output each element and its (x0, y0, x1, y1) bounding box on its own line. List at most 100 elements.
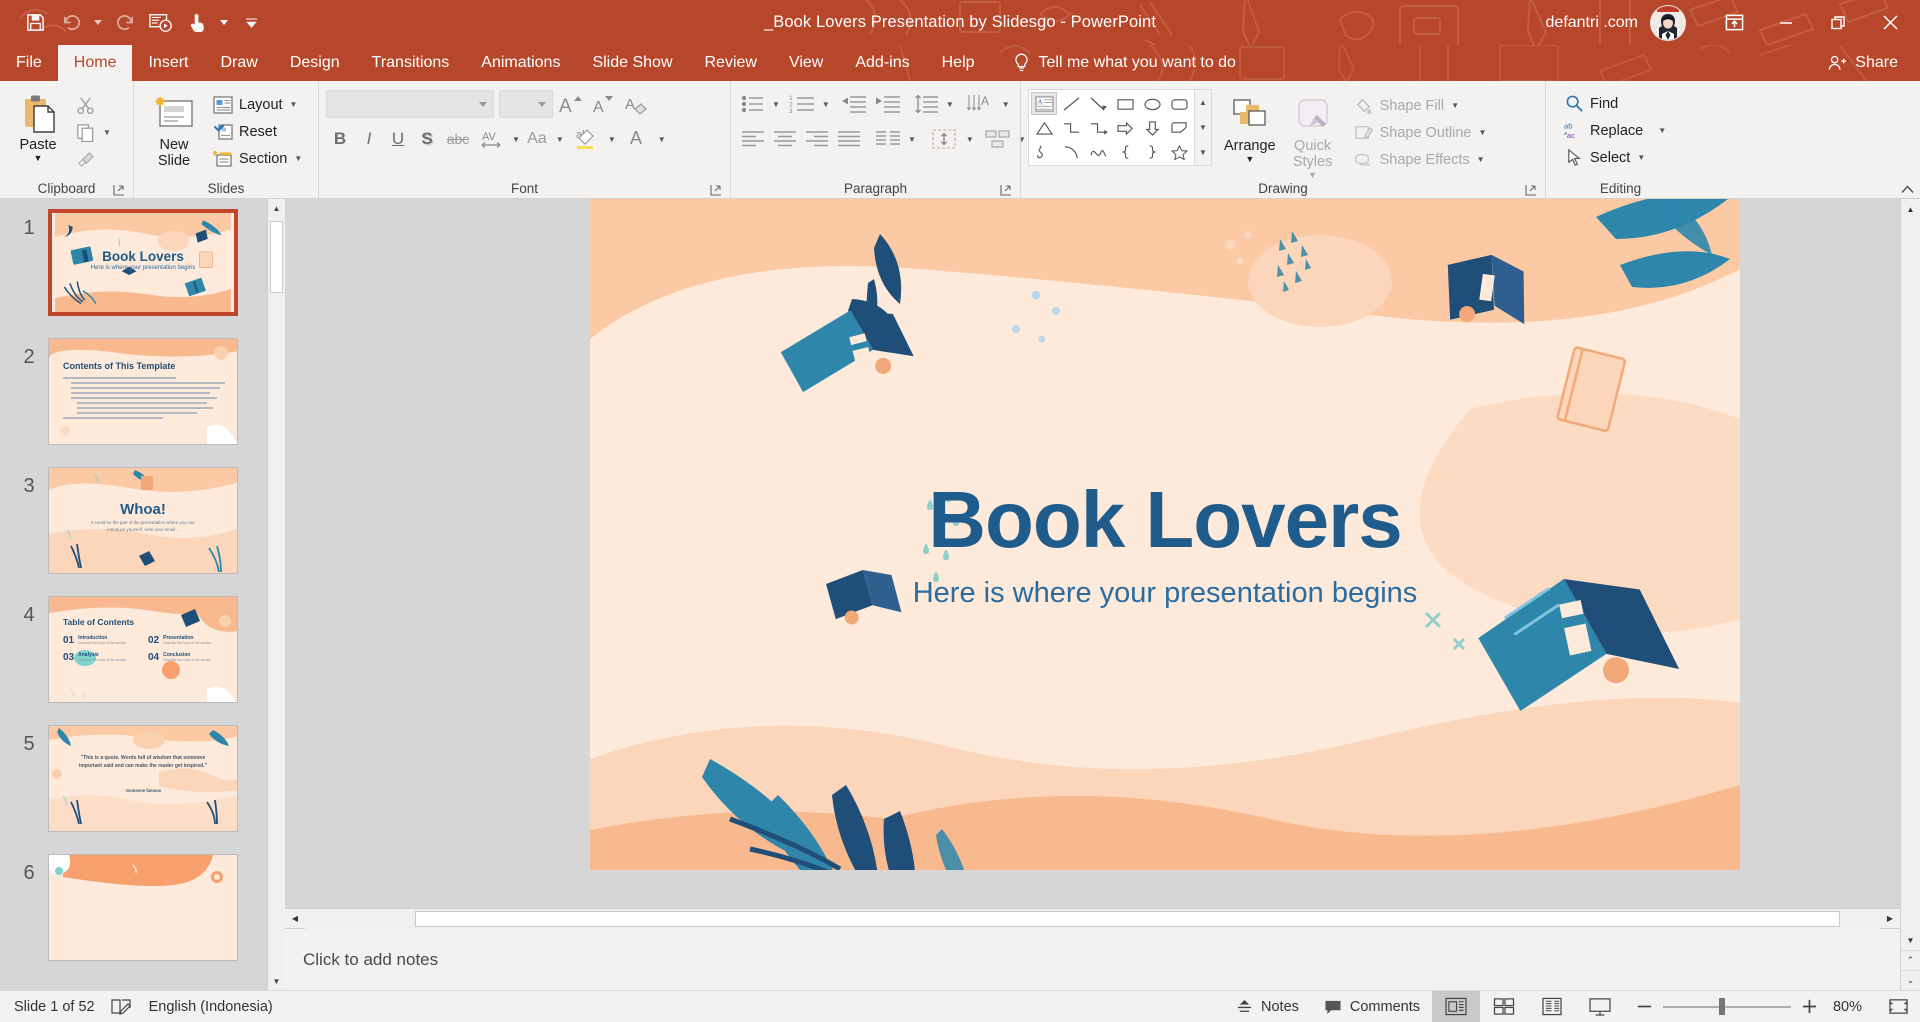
tab-view[interactable]: View (773, 45, 839, 81)
restore-button[interactable] (1812, 0, 1864, 45)
thumbnail-scroll-thumb[interactable] (270, 221, 283, 293)
vscroll-track[interactable] (1901, 219, 1920, 930)
comments-button[interactable]: Comments (1311, 991, 1432, 1022)
clipboard-dialog-launcher[interactable] (113, 184, 125, 196)
select-caret[interactable]: ▼ (1637, 153, 1645, 162)
highlight-color-caret[interactable]: ▼ (608, 135, 616, 144)
align-center-button[interactable] (770, 125, 800, 153)
justify-button[interactable] (834, 125, 864, 153)
bold-button[interactable]: B (326, 125, 354, 153)
find-button[interactable]: Find (1558, 90, 1623, 117)
section-dropdown-caret[interactable]: ▼ (294, 154, 302, 163)
columns-button[interactable] (872, 125, 904, 153)
copy-dropdown-caret[interactable]: ▼ (103, 128, 111, 137)
shape-outline-caret[interactable]: ▼ (1479, 128, 1487, 137)
shape-fill-button[interactable]: Shape Fill ▼ (1348, 92, 1492, 119)
next-slide-button[interactable]: ⌄ (1901, 970, 1920, 990)
decrease-font-size-button[interactable]: A (587, 90, 619, 118)
shape-isosceles-triangle[interactable] (1031, 116, 1057, 139)
layout-button[interactable]: Layout ▼ (207, 91, 307, 118)
paragraph-dialog-launcher[interactable] (1000, 184, 1012, 196)
thumbnail-slide-3[interactable]: Whoa! It could be the part of the presen… (48, 467, 238, 574)
hscroll-track[interactable] (305, 908, 1880, 929)
tab-design[interactable]: Design (274, 45, 356, 81)
strikethrough-button[interactable]: abc (442, 125, 474, 153)
thumbnail-scrollbar[interactable]: ▲ ▼ (267, 199, 285, 990)
shapes-scroll-up-button[interactable]: ▲ (1195, 90, 1211, 115)
arrange-caret[interactable]: ▼ (1245, 154, 1254, 163)
font-size-combobox[interactable] (499, 90, 553, 118)
thumbnail-scroll-up-button[interactable]: ▲ (268, 199, 285, 217)
shape-elbow-arrow-connector[interactable] (1085, 116, 1111, 139)
account-name[interactable]: defantri .com (1546, 14, 1638, 32)
shapes-scroll-down-button[interactable]: ▼ (1195, 115, 1211, 140)
bullets-caret[interactable]: ▼ (772, 100, 780, 109)
font-color-caret[interactable]: ▼ (658, 135, 666, 144)
arrange-button[interactable]: Arrange ▼ (1212, 89, 1282, 163)
thumbnail-item[interactable]: 4 Table of Contents 01 Introduction Desc… (0, 596, 285, 703)
tab-draw[interactable]: Draw (204, 45, 273, 81)
font-color-button[interactable]: A (621, 125, 655, 153)
language-indicator[interactable]: English (Indonesia) (149, 999, 273, 1015)
tell-me-search[interactable]: Tell me what you want to do (991, 45, 1236, 81)
tab-home[interactable]: Home (57, 45, 133, 81)
shape-fill-caret[interactable]: ▼ (1451, 101, 1459, 110)
font-dialog-launcher[interactable] (710, 184, 722, 196)
line-spacing-caret[interactable]: ▼ (946, 100, 954, 109)
increase-list-level-button[interactable] (872, 90, 904, 118)
close-button[interactable] (1864, 0, 1916, 45)
ribbon-display-options-button[interactable] (1708, 0, 1760, 45)
tab-transitions[interactable]: Transitions (356, 45, 466, 81)
start-from-beginning-icon[interactable] (144, 7, 178, 39)
shape-effects-caret[interactable]: ▼ (1477, 155, 1485, 164)
font-name-combobox[interactable] (326, 90, 494, 118)
tab-add-ins[interactable]: Add-ins (839, 45, 925, 81)
shape-line[interactable] (1058, 92, 1084, 115)
thumbnail-slide-5[interactable]: "This is a quote. Words full of wisdom t… (48, 725, 238, 832)
copy-button[interactable]: ▼ (69, 119, 116, 146)
thumbnail-slide-6[interactable] (48, 854, 238, 961)
zoom-in-button[interactable] (1801, 998, 1818, 1015)
shape-arc[interactable] (1058, 140, 1084, 163)
hscroll-thumb[interactable] (415, 910, 1840, 927)
thumbnail-item[interactable]: 5 "This is a quote. Words full of wisdom… (0, 725, 285, 832)
drawing-dialog-launcher[interactable] (1525, 184, 1537, 196)
thumbnail-list[interactable]: 1 Book Lovers Here is where your present… (0, 199, 285, 990)
paste-dropdown-caret[interactable]: ▼ (34, 153, 43, 162)
shape-outline-button[interactable]: Shape Outline ▼ (1348, 119, 1492, 146)
shape-scribble[interactable] (1031, 140, 1057, 163)
reset-button[interactable]: Reset (207, 118, 307, 145)
zoom-out-button[interactable] (1636, 998, 1653, 1015)
align-text-button[interactable] (926, 125, 962, 153)
save-button[interactable] (18, 7, 52, 39)
fit-slide-to-window-button[interactable] (1876, 991, 1920, 1022)
thumbnail-slide-1[interactable]: Book Lovers Here is where your presentat… (48, 209, 238, 316)
redo-button[interactable] (108, 7, 142, 39)
text-direction-button[interactable]: A (962, 90, 998, 118)
zoom-slider-handle[interactable] (1719, 998, 1725, 1015)
tab-insert[interactable]: Insert (132, 45, 204, 81)
font-size-caret[interactable] (538, 101, 546, 107)
shape-rounded-rectangle[interactable] (1166, 92, 1192, 115)
notes-button[interactable]: Notes (1223, 991, 1311, 1022)
numbering-button[interactable]: 123 (786, 90, 818, 118)
format-painter-button[interactable] (69, 146, 116, 173)
shape-down-arrow[interactable] (1139, 116, 1165, 139)
slide-sorter-view-button[interactable] (1480, 991, 1528, 1022)
line-spacing-button[interactable] (910, 90, 942, 118)
convert-to-smartart-button[interactable] (982, 125, 1014, 153)
bullets-button[interactable] (738, 90, 768, 118)
italic-button[interactable]: I (355, 125, 383, 153)
shape-oval[interactable] (1139, 92, 1165, 115)
shape-curve[interactable] (1085, 140, 1111, 163)
spell-check-icon[interactable] (111, 998, 133, 1016)
slide-subtitle[interactable]: Here is where your presentation begins (590, 577, 1740, 610)
text-highlight-color-button[interactable]: ab (569, 125, 605, 153)
quick-styles-button[interactable]: Quick Styles ▼ (1282, 89, 1344, 179)
slide-show-view-button[interactable] (1576, 991, 1624, 1022)
select-button[interactable]: Select ▼ (1558, 144, 1650, 171)
touch-mode-dropdown-caret[interactable] (216, 7, 232, 39)
slide-horizontal-scrollbar[interactable]: ◀ ▶ (285, 908, 1900, 929)
tab-file[interactable]: File (0, 45, 58, 81)
quick-styles-caret[interactable]: ▼ (1308, 170, 1317, 179)
